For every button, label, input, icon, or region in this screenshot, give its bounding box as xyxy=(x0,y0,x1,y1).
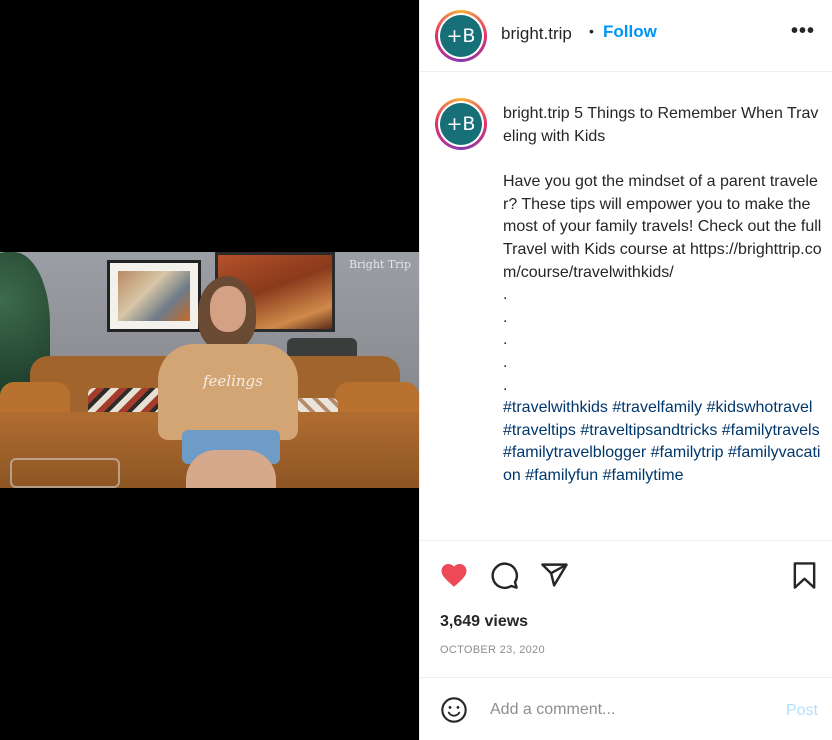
comment-input[interactable] xyxy=(490,696,760,724)
post-details-panel: +B bright.trip • Follow ••• +B bright.tr… xyxy=(419,0,832,740)
video-player[interactable]: Bright Trip feelings xyxy=(0,252,419,488)
caption-username[interactable]: bright.trip xyxy=(503,105,570,122)
post-date: OCTOBER 23, 2020 xyxy=(440,644,545,656)
video-watermark: Bright Trip xyxy=(348,258,411,271)
caption-dots: . . . . . xyxy=(503,286,508,394)
caption-avatar[interactable]: +B xyxy=(435,98,487,150)
separator-dot: • xyxy=(589,23,594,39)
person-face xyxy=(210,286,246,332)
header-username[interactable]: bright.trip xyxy=(501,24,572,44)
heart-icon[interactable] xyxy=(439,560,469,593)
person-body xyxy=(158,344,298,440)
caption-body: Have you got the mindset of a parent tra… xyxy=(503,173,826,281)
post-button[interactable]: Post xyxy=(786,702,818,720)
media-panel: Bright Trip feelings xyxy=(0,0,419,740)
more-options-icon[interactable]: ••• xyxy=(791,20,815,43)
view-count[interactable]: 3,649 views xyxy=(440,613,528,631)
bookmark-icon[interactable] xyxy=(792,561,817,595)
avatar[interactable]: +B xyxy=(435,10,487,62)
picture-frame xyxy=(107,260,201,332)
follow-button[interactable]: Follow xyxy=(603,22,657,42)
avatar-logo: +B xyxy=(440,103,482,145)
share-icon[interactable] xyxy=(540,561,569,595)
post-header: +B bright.trip • Follow ••• xyxy=(420,0,832,72)
smiley-icon[interactable] xyxy=(440,696,468,729)
comment-icon[interactable] xyxy=(490,561,519,595)
action-bar: 3,649 views OCTOBER 23, 2020 xyxy=(420,540,832,676)
avatar-logo: +B xyxy=(440,15,482,57)
caption-text: bright.trip 5 Things to Remember When Tr… xyxy=(503,103,823,488)
caption-hashtags[interactable]: #travelwithkids #travelfamily #kidswhotr… xyxy=(503,397,823,487)
caption-area: +B bright.trip 5 Things to Remember When… xyxy=(420,73,832,539)
sweater-text: feelings xyxy=(203,372,263,390)
comment-bar: Post xyxy=(420,677,832,740)
basket xyxy=(10,458,120,488)
person-legs xyxy=(186,450,276,488)
